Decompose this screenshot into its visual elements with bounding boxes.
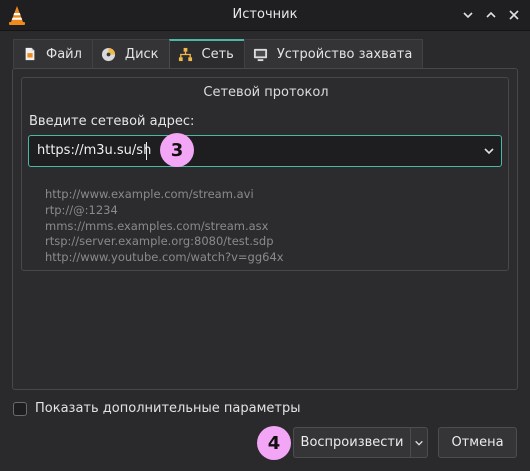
- chevron-up-icon: [486, 11, 496, 18]
- play-options-button[interactable]: [410, 427, 428, 458]
- network-icon: [178, 47, 194, 63]
- window-title: Источник: [232, 7, 298, 22]
- address-examples: http://www.example.com/stream.avi rtp://…: [45, 187, 284, 266]
- network-protocol-group: Сетевой протокол Введите сетевой адрес: …: [21, 77, 509, 271]
- example-url: http://www.example.com/stream.avi: [45, 187, 254, 201]
- show-more-label: Показать дополнительные параметры: [35, 401, 301, 416]
- maximize-button[interactable]: [480, 4, 502, 26]
- tab-label: Диск: [124, 46, 159, 62]
- group-title: Сетевой протокол: [203, 85, 329, 100]
- tab-disc[interactable]: Диск: [91, 39, 170, 68]
- close-icon: [509, 10, 519, 20]
- address-value: https://m3u.su/sh: [37, 143, 152, 158]
- address-label: Введите сетевой адрес:: [29, 114, 195, 129]
- chevron-down-icon[interactable]: [483, 145, 495, 157]
- chevron-down-icon: [463, 12, 473, 19]
- example-url: http://www.youtube.com/watch?v=gg64x: [45, 250, 284, 265]
- file-icon: [22, 46, 38, 62]
- open-media-dialog: Источник Файл Диск Сеть Устройство захва…: [0, 0, 530, 471]
- tab-label: Устройство захвата: [276, 46, 413, 62]
- capture-device-icon: [253, 46, 269, 62]
- tab-label: Файл: [46, 46, 82, 62]
- example-url: rtp://@:1234: [45, 202, 118, 217]
- text-cursor: [146, 142, 147, 160]
- chevron-down-icon: [415, 440, 423, 446]
- step-badge-play: 4: [257, 426, 291, 460]
- close-button[interactable]: [503, 4, 525, 26]
- tab-file[interactable]: Файл: [13, 39, 93, 68]
- title-bar: Источник: [0, 0, 530, 31]
- disc-icon: [101, 46, 117, 62]
- cancel-button[interactable]: Отмена: [438, 427, 517, 458]
- minimize-button[interactable]: [457, 4, 479, 26]
- step-badge-address: 3: [160, 133, 194, 167]
- example-url: mms://mms.examples.com/stream.asx: [45, 218, 269, 233]
- show-more-checkbox[interactable]: [13, 401, 27, 416]
- example-url: rtsp://server.example.org:8080/test.sdp: [45, 234, 274, 249]
- network-address-input[interactable]: https://m3u.su/sh: [28, 135, 502, 167]
- tab-capture-device[interactable]: Устройство захвата: [243, 39, 424, 68]
- play-button[interactable]: Воспроизвести: [293, 427, 411, 458]
- show-more-options[interactable]: Показать дополнительные параметры: [13, 401, 300, 416]
- source-tabs: Файл Диск Сеть Устройство захвата: [13, 39, 424, 69]
- tab-label: Сеть: [201, 47, 234, 62]
- network-tab-panel: Сетевой протокол Введите сетевой адрес: …: [12, 68, 518, 390]
- tab-network[interactable]: Сеть: [168, 39, 245, 68]
